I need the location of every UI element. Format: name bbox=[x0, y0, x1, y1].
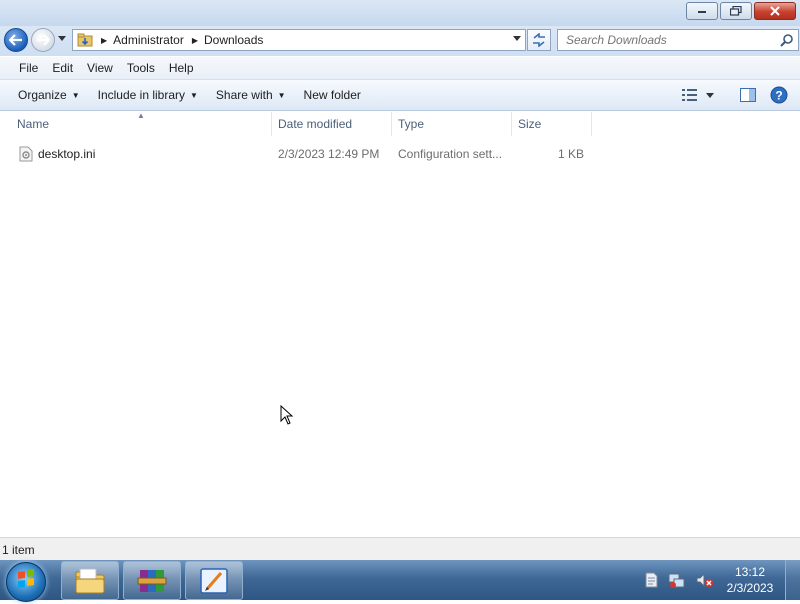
item-count: 1 item bbox=[2, 542, 35, 557]
share-with-button[interactable]: Share with ▼ bbox=[207, 88, 295, 102]
breadcrumb-separator-icon[interactable]: ▶ bbox=[101, 36, 107, 45]
maximize-button[interactable] bbox=[720, 2, 752, 20]
help-icon[interactable]: ? bbox=[770, 86, 788, 104]
breadcrumb-separator-icon[interactable]: ▶ bbox=[192, 36, 198, 45]
command-bar: Organize ▼ Include in library ▼ Share wi… bbox=[0, 80, 800, 111]
minimize-icon bbox=[698, 11, 706, 13]
minimize-button[interactable] bbox=[686, 2, 718, 20]
column-header-date-modified[interactable]: Date modified bbox=[272, 112, 392, 136]
clock-time: 13:12 bbox=[734, 565, 766, 579]
ini-file-icon bbox=[19, 146, 33, 162]
taskbar: 13:12 2/3/2023 bbox=[0, 560, 800, 602]
taskbar-winrar[interactable] bbox=[123, 561, 181, 600]
breadcrumb-item-downloads[interactable]: Downloads bbox=[204, 33, 263, 47]
start-button[interactable] bbox=[6, 562, 46, 602]
chevron-down-icon: ▼ bbox=[190, 90, 198, 100]
chevron-down-icon bbox=[706, 92, 714, 98]
window-controls bbox=[686, 2, 796, 20]
organize-label: Organize bbox=[18, 88, 67, 102]
restore-icon bbox=[730, 6, 742, 16]
chevron-down-icon: ▼ bbox=[277, 90, 286, 100]
menu-view[interactable]: View bbox=[80, 61, 120, 75]
column-header-name[interactable]: Name bbox=[0, 112, 272, 136]
status-bar: 1 item bbox=[0, 537, 800, 561]
menu-tools[interactable]: Tools bbox=[120, 61, 162, 75]
file-explorer-icon bbox=[75, 568, 105, 593]
downloads-folder-icon bbox=[77, 33, 93, 47]
search-icon[interactable] bbox=[780, 33, 794, 47]
refresh-icon bbox=[533, 33, 545, 47]
mouse-cursor-icon bbox=[280, 405, 294, 425]
column-header-type[interactable]: Type bbox=[392, 112, 512, 136]
file-name: desktop.ini bbox=[38, 147, 96, 161]
title-bar bbox=[0, 0, 800, 26]
clock-date: 2/3/2023 bbox=[726, 581, 774, 595]
close-icon bbox=[770, 6, 780, 16]
search-input[interactable] bbox=[564, 30, 768, 50]
menu-help[interactable]: Help bbox=[162, 61, 201, 75]
file-name-cell: desktop.ini bbox=[0, 146, 272, 162]
svg-text:?: ? bbox=[775, 89, 782, 103]
volume-muted-icon[interactable] bbox=[696, 572, 714, 588]
show-desktop-button[interactable] bbox=[785, 560, 800, 600]
column-header-size[interactable]: Size bbox=[512, 112, 592, 136]
winrar-icon bbox=[137, 569, 167, 592]
back-arrow-icon bbox=[9, 34, 22, 46]
chevron-down-icon: ▼ bbox=[71, 90, 80, 100]
back-button[interactable] bbox=[4, 28, 28, 52]
windows-logo-icon bbox=[18, 569, 34, 588]
menu-bar: File Edit View Tools Help bbox=[0, 57, 800, 80]
include-in-library-button[interactable]: Include in library ▼ bbox=[89, 88, 207, 102]
file-type: Configuration sett... bbox=[398, 147, 503, 161]
share-with-label: Share with bbox=[215, 88, 273, 102]
view-controls: ? bbox=[682, 86, 788, 104]
new-folder-label: New folder bbox=[303, 88, 361, 102]
breadcrumb: ▶ Administrator ▶ Downloads bbox=[97, 33, 263, 47]
forward-button[interactable] bbox=[31, 28, 55, 52]
forward-arrow-icon bbox=[37, 34, 50, 46]
breadcrumb-item-administrator[interactable]: Administrator bbox=[113, 33, 184, 47]
table-row[interactable]: desktop.ini 2/3/2023 12:49 PM Configurat… bbox=[0, 140, 800, 168]
details-view-icon bbox=[682, 89, 697, 101]
menu-edit[interactable]: Edit bbox=[45, 61, 80, 75]
address-history-dropdown[interactable] bbox=[513, 36, 521, 41]
menu-file[interactable]: File bbox=[12, 61, 45, 75]
preview-pane-icon[interactable] bbox=[740, 88, 756, 102]
change-view-button[interactable] bbox=[682, 89, 714, 101]
address-bar[interactable]: ▶ Administrator ▶ Downloads bbox=[72, 29, 526, 51]
column-headers: Name Date modified Type Size bbox=[0, 112, 800, 136]
network-icon[interactable] bbox=[668, 572, 686, 588]
file-size: 1 KB bbox=[557, 147, 584, 161]
pen-app-icon bbox=[200, 567, 228, 594]
refresh-button[interactable] bbox=[527, 29, 551, 51]
taskbar-pen-app[interactable] bbox=[185, 561, 243, 600]
organize-button[interactable]: Organize ▼ bbox=[9, 88, 89, 102]
close-button[interactable] bbox=[754, 2, 796, 20]
system-tray bbox=[644, 572, 714, 588]
taskbar-file-explorer[interactable] bbox=[61, 561, 119, 600]
search-box[interactable] bbox=[557, 29, 799, 51]
include-in-library-label: Include in library bbox=[97, 88, 185, 102]
file-date-modified: 2/3/2023 12:49 PM bbox=[278, 147, 380, 161]
clock[interactable]: 13:12 2/3/2023 bbox=[718, 564, 782, 596]
file-list: desktop.ini 2/3/2023 12:49 PM Configurat… bbox=[0, 140, 800, 536]
recent-pages-dropdown[interactable] bbox=[58, 36, 66, 41]
action-center-icon[interactable] bbox=[644, 572, 658, 588]
new-folder-button[interactable]: New folder bbox=[295, 88, 370, 102]
address-row: ▶ Administrator ▶ Downloads bbox=[0, 26, 800, 56]
